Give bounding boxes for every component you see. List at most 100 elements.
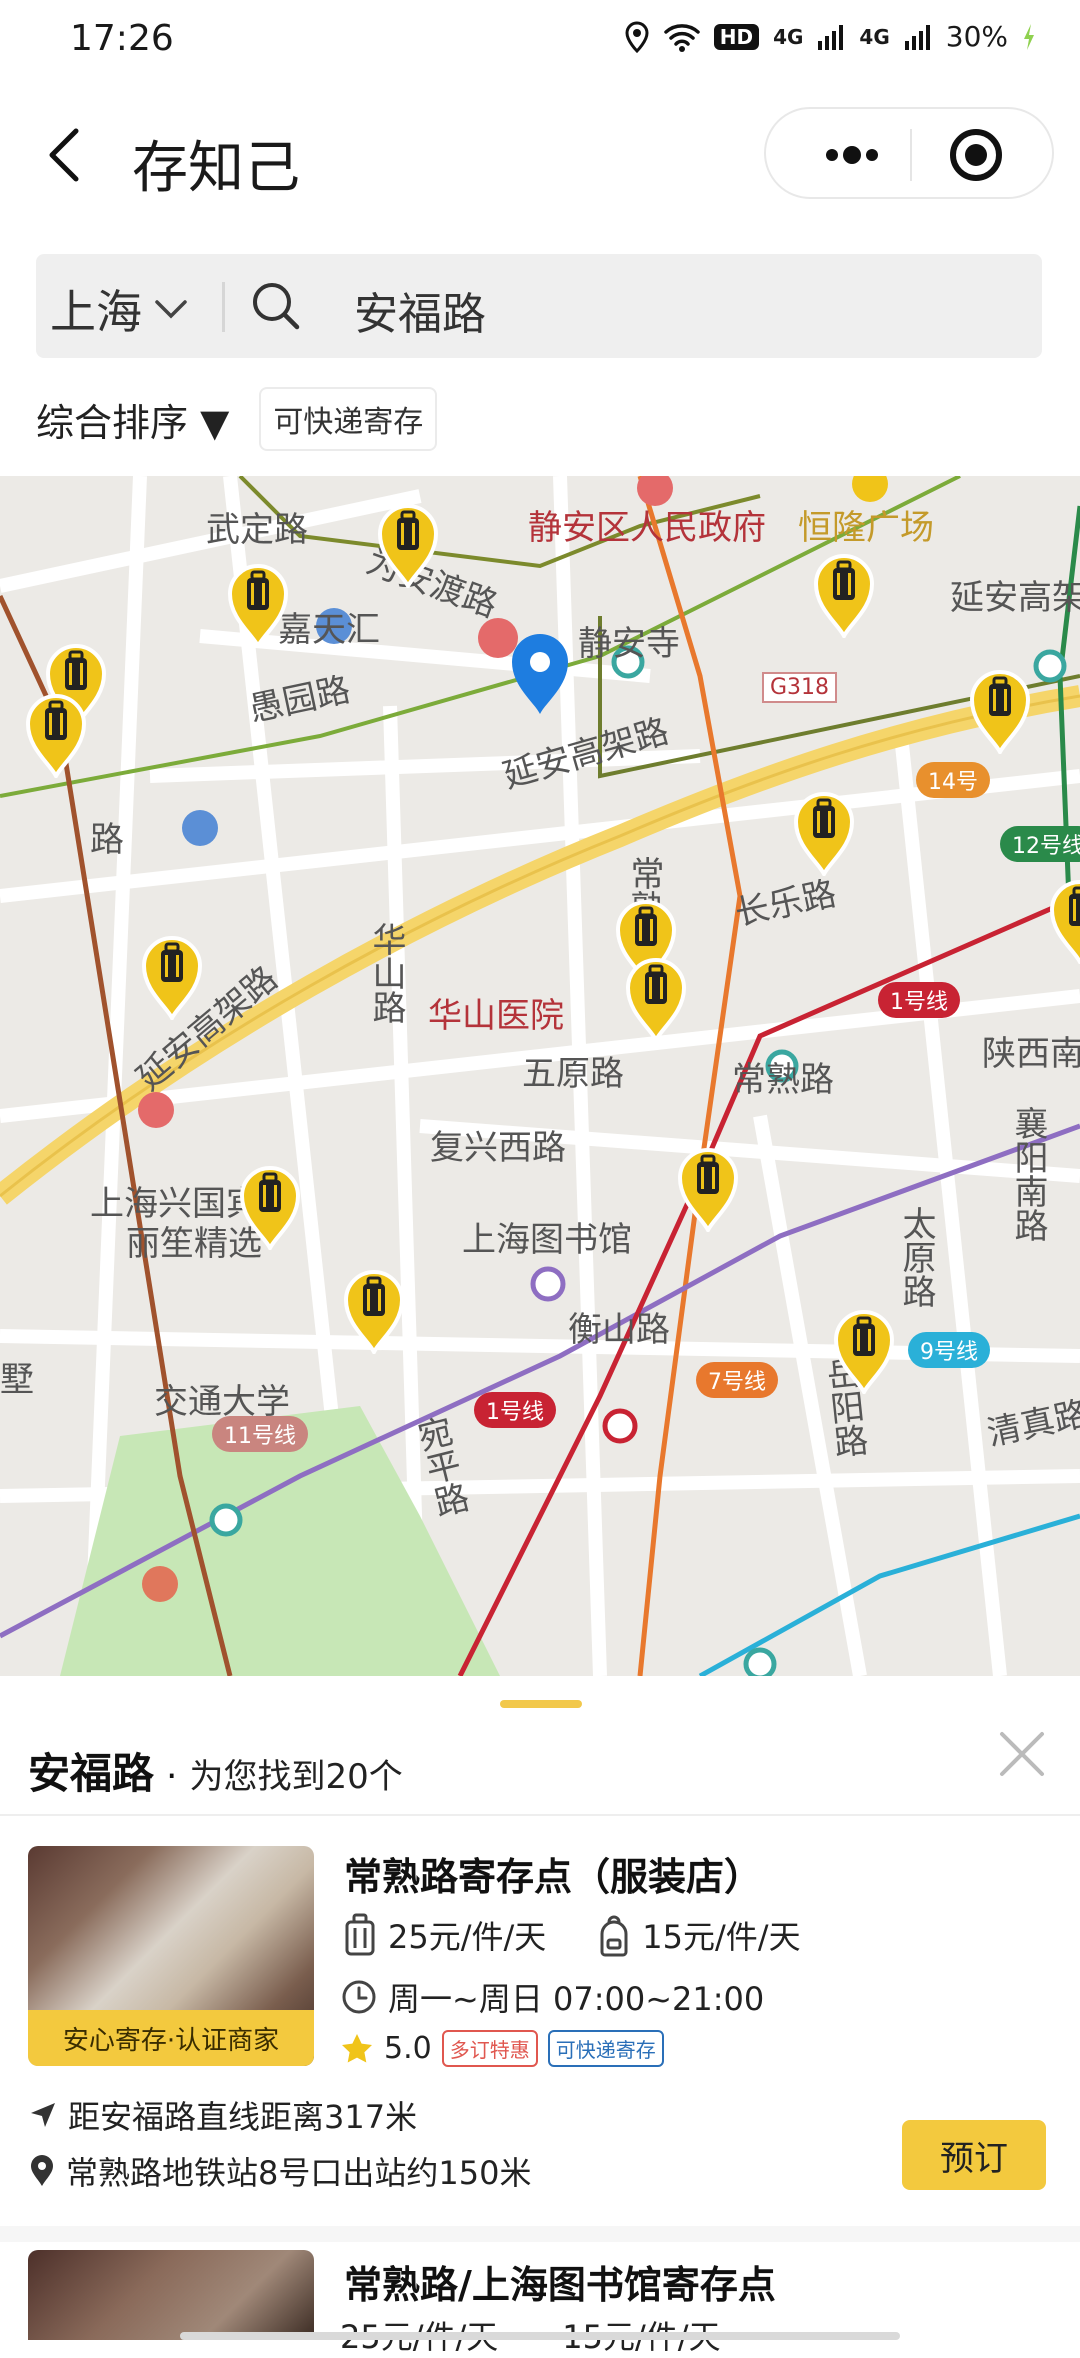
more-dots-icon <box>826 146 878 164</box>
storage-pin[interactable] <box>966 666 1034 754</box>
map-label-hengshan: 衡山路 <box>568 1310 670 1350</box>
map-label-jingan-gov: 静安区人民政府 <box>528 508 766 548</box>
book-button[interactable]: 预订 <box>902 2120 1046 2190</box>
map-label-wuyuan: 五原路 <box>522 1054 624 1094</box>
search-divider <box>222 282 225 332</box>
storage-pin[interactable] <box>374 500 442 588</box>
results-header: 安福路 · 为您找到20个 <box>28 1740 403 1801</box>
storage-pin[interactable] <box>810 550 878 638</box>
status-bar: 17:26 HD 4G 4G 30% <box>0 0 1080 80</box>
charging-icon <box>1022 23 1036 51</box>
star-icon <box>342 2033 372 2062</box>
map-label-henglong: 恒隆广场 <box>798 508 934 548</box>
search-bar: 上海 安福路 <box>36 254 1042 358</box>
map-label-changshu-station: 常熟路 <box>732 1060 834 1100</box>
storage-pin[interactable] <box>674 1144 742 1232</box>
map-label-yanan-east: 延安高架 <box>950 578 1080 618</box>
storage-pin[interactable] <box>22 690 90 778</box>
page-title: 存知己 <box>132 136 300 201</box>
navigation-icon <box>31 2103 55 2127</box>
rating-row: 5.0 多订特惠 可快递寄存 <box>340 2030 664 2067</box>
map-label-villa: 墅 <box>0 1360 34 1400</box>
search-input[interactable]: 安福路 <box>354 278 486 342</box>
filter-bar: 综合排序 ▼ 可快递寄存 <box>36 387 438 451</box>
mini-program-capsule <box>764 107 1054 199</box>
storage-pin[interactable] <box>1046 876 1080 964</box>
city-label: 上海 <box>50 285 142 339</box>
results-count: 为您找到20个 <box>189 1757 403 1797</box>
map-label-wuding: 武定路 <box>206 510 308 550</box>
close-mini-program-button[interactable] <box>916 117 1046 193</box>
results-place: 安福路 <box>28 1749 155 1798</box>
clock-icon <box>342 1980 376 2014</box>
more-button[interactable] <box>796 117 906 193</box>
map-label-line1-a: 1号线 <box>878 982 960 1018</box>
map-label-line7: 7号线 <box>696 1362 778 1398</box>
chevron-down-icon <box>155 300 187 319</box>
map-label-road-left: 路 <box>90 820 124 860</box>
map-label-fuxing: 复兴西路 <box>430 1128 566 1168</box>
storage-pin[interactable] <box>790 788 858 876</box>
storage-pin[interactable] <box>622 954 690 1042</box>
close-sheet-button[interactable] <box>994 1726 1050 1782</box>
map-label-line1-b: 1号线 <box>474 1392 556 1428</box>
back-button[interactable] <box>42 125 92 185</box>
distance-row: 距安福路直线距离317米 <box>28 2092 417 2138</box>
close-icon <box>1000 1732 1044 1776</box>
backpack-icon <box>600 1915 628 1957</box>
city-selector[interactable]: 上海 <box>50 276 188 342</box>
map-label-xiangyang: 襄阳南路 <box>1008 1106 1048 1242</box>
map-label-shanxi: 陕西南 <box>982 1034 1080 1074</box>
storage-pin[interactable] <box>138 932 206 1020</box>
verified-badge: 安心寄存·认证商家 <box>28 2010 314 2066</box>
storage-pin[interactable] <box>236 1162 304 1250</box>
storage-name-2[interactable]: 常熟路/上海图书馆寄存点 <box>344 2254 776 2309</box>
capsule-divider <box>910 129 912 181</box>
home-indicator <box>180 2332 900 2340</box>
map-label-jiatianhui: 嘉天汇 <box>278 610 380 650</box>
sheet-drag-handle[interactable] <box>500 1700 582 1708</box>
nav-header: 存知己 <box>0 95 1080 215</box>
map-view[interactable]: 武定路 为安渡路 静安区人民政府 恒隆广场 延安高架 嘉天汇 静安寺 愚园路 G… <box>0 476 1080 1676</box>
status-time: 17:26 <box>70 18 174 59</box>
map-label-line11: 11号线 <box>212 1416 308 1452</box>
opening-hours: 周一~周日 07:00~21:00 <box>388 1980 765 2018</box>
express-filter-chip[interactable]: 可快递寄存 <box>259 387 438 451</box>
metro-row: 常熟路地铁站8号口出站约150米 <box>28 2148 531 2194</box>
discount-tag: 多订特惠 <box>441 2030 538 2067</box>
price-row: 25元/件/天 15元/件/天 <box>340 1912 801 1958</box>
storage-pin[interactable] <box>340 1266 408 1354</box>
search-icon <box>248 278 304 334</box>
target-icon <box>950 129 1002 181</box>
storage-pin[interactable] <box>224 560 292 648</box>
chevron-left-icon <box>49 128 79 182</box>
map-label-line12: 12号线 <box>1000 826 1080 862</box>
map-label-huashan-hospital: 华山医院 <box>428 996 564 1036</box>
storage-pin[interactable] <box>830 1306 898 1394</box>
map-label-line9: 9号线 <box>908 1332 990 1368</box>
map-label-jingansi: 静安寺 <box>578 624 680 664</box>
location-icon <box>624 20 650 53</box>
storage-card[interactable]: 安心寄存·认证商家 常熟路寄存点（服装店） 25元/件/天 15元/件/天 周一… <box>0 1816 1080 2216</box>
current-location-marker <box>508 632 572 716</box>
results-sheet: 安福路 · 为您找到20个 安心寄存·认证商家 常熟路寄存点（服装店） 25元/… <box>0 1676 1080 2356</box>
rating-value: 5.0 <box>384 2031 432 2066</box>
wifi-icon <box>663 22 700 52</box>
express-tag: 可快递寄存 <box>547 2030 664 2067</box>
sort-dropdown[interactable]: 综合排序 ▼ <box>36 392 229 447</box>
map-label-line14: 14号 <box>916 762 990 798</box>
battery-text: 30% <box>945 20 1008 53</box>
results-dot: · <box>166 1756 178 1797</box>
signal-icon <box>817 23 845 51</box>
map-label-g318: G318 <box>762 672 838 703</box>
map-pin-icon <box>31 2155 53 2186</box>
distance-text: 距安福路直线距离317米 <box>68 2098 418 2136</box>
map-label-library: 上海图书馆 <box>462 1220 632 1260</box>
storage-thumbnail: 安心寄存·认证商家 <box>28 1846 314 2066</box>
price-bag: 15元/件/天 <box>642 1918 801 1956</box>
hours-row: 周一~周日 07:00~21:00 <box>340 1974 764 2020</box>
storage-name: 常熟路寄存点（服装店） <box>344 1855 763 1899</box>
status-icons: HD 4G 4G 30% <box>624 20 1036 53</box>
hd-badge: HD <box>713 23 760 50</box>
price-luggage: 25元/件/天 <box>388 1918 547 1956</box>
